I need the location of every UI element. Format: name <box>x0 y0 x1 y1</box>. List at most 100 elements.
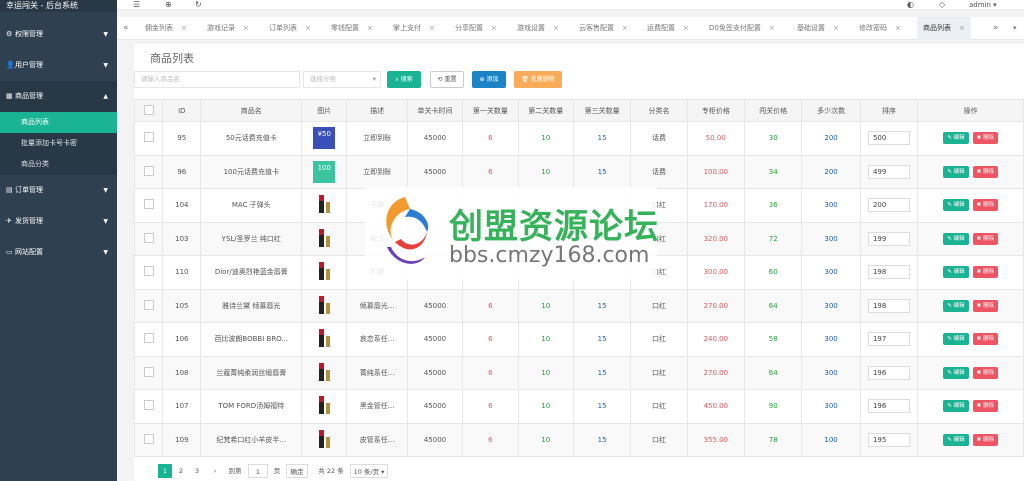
tabs-scroll-right-icon[interactable]: » <box>993 17 999 40</box>
row-checkbox[interactable] <box>143 199 154 210</box>
row-checkbox[interactable] <box>143 333 154 344</box>
edit-button[interactable]: ✎ 编辑 <box>943 266 969 279</box>
header-times[interactable]: 多少次数 <box>801 99 861 122</box>
edit-button[interactable]: ✎ 编辑 <box>943 199 969 212</box>
tab-mobile-pay[interactable]: 掌上支付 × <box>393 17 435 40</box>
row-checkbox[interactable] <box>143 400 154 411</box>
close-icon[interactable]: × <box>622 24 628 32</box>
row-select-cell[interactable] <box>133 121 164 156</box>
sort-input[interactable]: 499 <box>867 164 910 179</box>
header-image[interactable]: 图片 <box>301 99 348 122</box>
goto-page-input[interactable]: 1 <box>248 464 268 478</box>
close-icon[interactable]: × <box>305 24 311 32</box>
close-icon[interactable]: × <box>429 24 435 32</box>
delete-button[interactable]: ✖ 删除 <box>972 433 998 446</box>
toggle-icon[interactable]: ◐ <box>907 0 914 10</box>
close-icon[interactable]: × <box>895 24 901 32</box>
close-icon[interactable]: × <box>367 24 373 32</box>
batch-delete-button[interactable]: 🗑 批量删除 <box>514 71 562 88</box>
menu-toggle-icon[interactable]: ☰ <box>133 0 140 10</box>
edit-button[interactable]: ✎ 编辑 <box>943 400 969 413</box>
edit-button[interactable]: ✎ 编辑 <box>943 232 969 245</box>
select-all-cell[interactable] <box>133 99 164 122</box>
delete-button[interactable]: ✖ 删除 <box>972 400 998 413</box>
row-checkbox[interactable] <box>143 266 154 277</box>
row-checkbox[interactable] <box>143 132 154 143</box>
delete-button[interactable]: ✖ 删除 <box>972 266 998 279</box>
select-all-checkbox[interactable] <box>143 104 154 115</box>
sort-input[interactable]: 196 <box>867 365 910 380</box>
per-page-select[interactable]: 10 条/页 ▾ <box>350 464 388 478</box>
edit-button[interactable]: ✎ 编辑 <box>943 366 969 379</box>
tabs-scroll-left-icon[interactable]: « <box>123 17 129 40</box>
sidebar-item-permissions[interactable]: ⚙ 权限管理 ▼ <box>0 19 117 50</box>
row-select-cell[interactable] <box>133 389 164 424</box>
close-icon[interactable]: × <box>181 24 187 32</box>
tab-basic-settings[interactable]: 基础设置 × <box>797 17 839 40</box>
sort-input[interactable]: 500 <box>867 131 910 146</box>
sort-input[interactable]: 200 <box>867 198 910 213</box>
row-checkbox[interactable] <box>143 299 154 310</box>
row-select-cell[interactable] <box>133 322 164 357</box>
edit-button[interactable]: ✎ 编辑 <box>943 333 969 346</box>
sidebar-item-site-config[interactable]: ▭ 网站配置 ▼ <box>0 237 117 268</box>
page-2[interactable]: 2 <box>174 464 188 478</box>
sidebar-sub-product-list[interactable]: 商品列表 <box>0 112 117 133</box>
tab-game-records[interactable]: 游戏记录 × <box>207 17 249 40</box>
search-button[interactable]: ⌕ 搜索 <box>387 71 421 88</box>
tab-d0-pay-config[interactable]: D0免签支付配置 × <box>709 17 775 40</box>
row-checkbox[interactable] <box>143 433 154 444</box>
edit-button[interactable]: ✎ 编辑 <box>943 132 969 145</box>
close-icon[interactable]: × <box>683 24 689 32</box>
add-button[interactable]: ⊕ 添加 <box>472 71 506 88</box>
header-pass-price[interactable]: 闯关价格 <box>744 99 803 122</box>
close-icon[interactable]: × <box>833 24 839 32</box>
header-id[interactable]: ID <box>162 99 202 122</box>
tab-change-password[interactable]: 修改密码 × <box>859 17 901 40</box>
reset-button[interactable]: ⟲ 重置 <box>430 71 464 88</box>
row-select-cell[interactable] <box>133 355 164 390</box>
delete-button[interactable]: ✖ 删除 <box>972 132 998 145</box>
row-select-cell[interactable] <box>133 154 164 189</box>
sidebar-item-users[interactable]: 👤用户管理 ▼ <box>0 50 117 81</box>
next-page-icon[interactable]: › <box>208 464 222 478</box>
header-price[interactable]: 专柜价格 <box>686 99 746 122</box>
sidebar-item-products[interactable]: ▦ 商品管理 ▲ <box>0 81 117 112</box>
delete-button[interactable]: ✖ 删除 <box>972 199 998 212</box>
sidebar-sub-categories[interactable]: 商品分类 <box>0 154 117 175</box>
sidebar-item-shipping[interactable]: ✈ 发货管理 ▼ <box>0 206 117 237</box>
close-icon[interactable]: × <box>243 24 249 32</box>
header-name[interactable]: 商品名 <box>200 99 303 122</box>
header-q2[interactable]: 第二关数量 <box>517 99 574 122</box>
tab-share-config[interactable]: 分享配置 × <box>455 17 497 40</box>
row-checkbox[interactable] <box>143 165 154 176</box>
delete-button[interactable]: ✖ 删除 <box>972 299 998 312</box>
sidebar-sub-batch-add-cards[interactable]: 批量添加卡号卡密 <box>0 133 117 154</box>
header-desc[interactable]: 描述 <box>346 99 408 122</box>
page-3[interactable]: 3 <box>190 464 204 478</box>
header-q1[interactable]: 第一关数量 <box>462 99 519 122</box>
tab-commission-list[interactable]: 佣金列表 × <box>145 17 187 40</box>
edit-button[interactable]: ✎ 编辑 <box>943 165 969 178</box>
header-time[interactable]: 单关卡时间 <box>406 99 464 122</box>
sort-input[interactable]: 195 <box>867 432 910 447</box>
header-q3[interactable]: 第三关数量 <box>572 99 632 122</box>
close-icon[interactable]: × <box>491 24 497 32</box>
row-select-cell[interactable] <box>133 188 164 223</box>
prev-page-icon[interactable]: ‹ <box>142 464 156 478</box>
goto-confirm-button[interactable]: 确定 <box>286 464 308 478</box>
tab-order-list[interactable]: 订单列表 × <box>269 17 311 40</box>
tab-change-config[interactable]: 零钱配置 × <box>331 17 373 40</box>
row-select-cell[interactable] <box>133 422 164 457</box>
row-select-cell[interactable] <box>133 221 164 256</box>
globe-icon[interactable]: ⊕ <box>165 0 172 10</box>
tabs-options-icon[interactable]: ▾ <box>1013 17 1017 40</box>
tag-icon[interactable]: ◇ <box>939 0 945 10</box>
row-checkbox[interactable] <box>143 366 154 377</box>
header-category[interactable]: 分类名 <box>630 99 688 122</box>
close-icon[interactable]: × <box>553 24 559 32</box>
row-checkbox[interactable] <box>143 232 154 243</box>
tab-game-settings[interactable]: 游戏设置 × <box>517 17 559 40</box>
header-sort[interactable]: 排序 <box>859 99 919 122</box>
sort-input[interactable]: 197 <box>867 332 910 347</box>
